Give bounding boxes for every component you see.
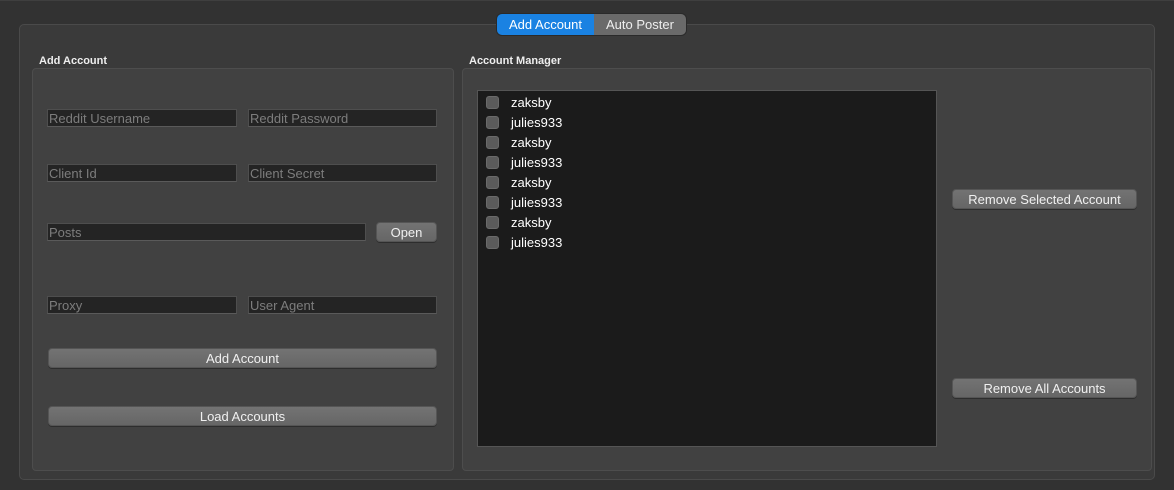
- account-name: zaksby: [511, 94, 552, 110]
- account-checkbox[interactable]: [486, 215, 499, 229]
- account-checkbox[interactable]: [486, 95, 499, 109]
- reddit-username-field[interactable]: [47, 109, 237, 127]
- list-item[interactable]: julies933: [486, 153, 562, 171]
- account-checkbox[interactable]: [486, 195, 499, 209]
- list-item[interactable]: zaksby: [486, 213, 551, 231]
- open-button[interactable]: Open: [376, 222, 437, 242]
- list-item[interactable]: julies933: [486, 193, 562, 211]
- list-item[interactable]: julies933: [486, 113, 562, 131]
- list-item[interactable]: julies933: [486, 233, 562, 251]
- account-checkbox[interactable]: [486, 135, 499, 149]
- tab-add-account[interactable]: Add Account: [497, 14, 594, 35]
- account-name: julies933: [511, 194, 563, 210]
- account-checkbox[interactable]: [486, 235, 499, 249]
- window-top-border: [0, 0, 1174, 1]
- client-id-field[interactable]: [47, 164, 237, 182]
- account-manager-group-title: Account Manager: [469, 55, 562, 67]
- account-name: julies933: [511, 234, 563, 250]
- proxy-field[interactable]: [47, 296, 237, 314]
- account-name: julies933: [511, 114, 563, 130]
- remove-all-accounts-button[interactable]: Remove All Accounts: [952, 378, 1137, 398]
- account-checkbox[interactable]: [486, 155, 499, 169]
- list-item[interactable]: zaksby: [486, 133, 551, 151]
- account-name: zaksby: [511, 174, 552, 190]
- posts-field[interactable]: [47, 223, 366, 241]
- add-account-group-title: Add Account: [39, 55, 108, 67]
- account-name: zaksby: [511, 134, 552, 150]
- account-checkbox[interactable]: [486, 175, 499, 189]
- list-item[interactable]: zaksby: [486, 173, 551, 191]
- remove-selected-account-button[interactable]: Remove Selected Account: [952, 189, 1137, 209]
- reddit-password-field[interactable]: [248, 109, 437, 127]
- tab-bar: Add Account Auto Poster: [497, 14, 686, 35]
- account-name: julies933: [511, 154, 563, 170]
- user-agent-field[interactable]: [248, 296, 437, 314]
- account-name: zaksby: [511, 214, 552, 230]
- account-list[interactable]: zaksby julies933 zaksby julies933 zaksby…: [477, 90, 937, 447]
- tab-auto-poster[interactable]: Auto Poster: [594, 14, 686, 35]
- add-account-button[interactable]: Add Account: [48, 348, 437, 368]
- account-checkbox[interactable]: [486, 115, 499, 129]
- load-accounts-button[interactable]: Load Accounts: [48, 406, 437, 426]
- client-secret-field[interactable]: [248, 164, 437, 182]
- list-item[interactable]: zaksby: [486, 93, 551, 111]
